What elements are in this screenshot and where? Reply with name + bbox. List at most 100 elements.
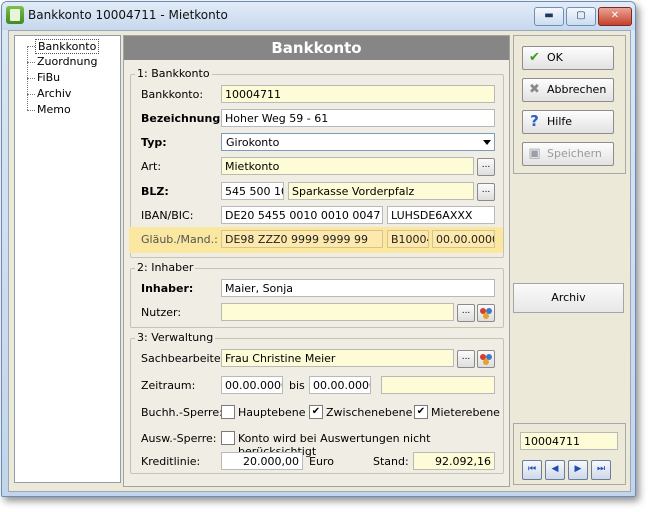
tree-branch [27,78,35,79]
mandat-date-field[interactable]: 00.00.0000 [432,230,495,248]
blz-label: BLZ: [141,185,169,198]
art-label: Art: [141,160,162,173]
app-icon [6,6,24,24]
group-label: 3: Verwaltung [135,331,216,344]
help-button[interactable]: ? Hilfe [522,110,614,134]
typ-select[interactable]: Girokonto [221,133,495,151]
minimize-button[interactable]: ▬ [534,7,564,26]
nutzer-label: Nutzer: [141,306,182,319]
first-record-button[interactable]: ⏮ [522,460,542,480]
tree-branch [27,46,35,47]
zeitraum-extra-field[interactable] [381,376,495,394]
check-icon: ✔ [529,50,540,65]
ausw-sperre-checkbox[interactable] [221,431,235,445]
nutzer-people-icon[interactable] [477,304,495,322]
euro-label: Euro [309,455,334,468]
mandat-field[interactable]: B10004 [387,230,429,248]
save-label: Speichern [547,147,602,160]
nav-item-zuordnung[interactable]: Zuordnung [37,55,97,68]
zeitraum-to-field[interactable]: 00.00.0000 [309,376,371,394]
sachbearbeiter-people-icon[interactable] [477,350,495,368]
close-button[interactable]: ✕ [598,7,632,26]
kreditlinie-field[interactable]: 20.000,00 [221,452,303,470]
buchh-sperre-label: Buchh.-Sperre: [141,406,223,419]
zwischenebene-checkbox[interactable]: ✔ [309,405,323,419]
ausw-sperre-label: Ausw.-Sperre: [141,432,217,445]
archiv-button[interactable]: Archiv [513,283,624,313]
action-panel: ✔ OK ✖ Abbrechen ? Hilfe ▣ Speichern [513,35,626,174]
stand-field: 92.092,16 [413,452,495,470]
bic-field[interactable]: LUHSDE6AXXX [387,206,495,224]
first-icon: ⏮ [527,464,537,474]
iban-field[interactable]: DE20 5455 0010 0010 0047 11 [221,206,383,224]
help-question-icon: ? [530,112,539,130]
nutzer-lookup-button[interactable]: ... [457,304,475,322]
group-label: 2: Inhaber [135,261,196,274]
glaeubiger-label: Gläub./Mand.: [141,233,218,246]
bankkonto-label: Bankkonto: [141,88,204,101]
group-inhaber: 2: Inhaber Inhaber: Maier, Sonja Nutzer:… [130,261,504,328]
glaeubiger-id-field[interactable]: DE98 ZZZ0 9999 9999 99 [221,230,383,248]
blz-lookup-button[interactable]: ... [477,183,495,201]
mieterebene-checkbox[interactable]: ✔ [414,405,428,419]
main-window: Bankkonto 10004711 - Mietkonto ▬ ▢ ✕ Ban… [1,1,636,497]
title-bar[interactable]: Bankkonto 10004711 - Mietkonto ▬ ▢ ✕ [2,2,635,30]
tree-branch [27,62,35,63]
help-label: Hilfe [547,115,573,128]
bezeichnung-field[interactable]: Hoher Weg 59 - 61 [221,109,495,127]
art-lookup-button[interactable]: ... [477,158,495,176]
nav-item-fibu[interactable]: FiBu [37,71,60,84]
prev-icon: ◀ [551,464,559,474]
panel-title: Bankkonto [124,36,509,60]
prev-record-button[interactable]: ◀ [545,460,565,480]
sachbearbeiter-field[interactable]: Frau Christine Meier [221,349,454,367]
save-disk-icon: ▣ [528,146,541,161]
chevron-down-icon [483,140,491,145]
bankkonto-panel: Bankkonto 1: Bankkonto Bankkonto: 100047… [123,35,510,487]
ok-label: OK [547,51,563,64]
inhaber-field[interactable]: Maier, Sonja [221,279,495,297]
cancel-button[interactable]: ✖ Abbrechen [522,78,614,102]
stand-label: Stand: [373,455,409,468]
sachbearbeiter-label: Sachbearbeiter: [141,352,229,365]
group-bankkonto: 1: Bankkonto Bankkonto: 10004711 Bezeich… [129,67,504,258]
group-verwaltung: 3: Verwaltung Sachbearbeiter: Frau Chris… [130,331,504,474]
zeitraum-label: Zeitraum: [141,379,196,392]
bankkonto-field[interactable]: 10004711 [221,85,495,103]
ok-button[interactable]: ✔ OK [522,46,614,70]
typ-label: Typ: [141,136,167,149]
zeitraum-from-field[interactable]: 00.00.0000 [221,376,283,394]
group-label: 1: Bankkonto [135,67,212,80]
nav-item-bankkonto[interactable]: Bankkonto [35,39,100,54]
maximize-button[interactable]: ▢ [566,7,596,26]
cancel-x-icon: ✖ [529,82,540,97]
save-button[interactable]: ▣ Speichern [522,142,614,166]
art-field[interactable]: Mietkonto [221,157,474,175]
tree-branch [27,110,35,111]
bank-name-field[interactable]: Sparkasse Vorderpfalz [288,182,474,200]
record-navigator: 10004711 ⏮ ◀ ▶ ⏭ [513,423,626,485]
bezeichnung-label: Bezeichnung: [141,112,225,125]
nutzer-field[interactable] [221,303,454,321]
last-icon: ⏭ [596,464,606,474]
iban-label: IBAN/BIC: [141,209,194,222]
tree-branch [27,94,35,95]
mieterebene-label: Mieterebene [431,406,500,419]
next-icon: ▶ [574,464,582,474]
client-area: Bankkonto Zuordnung FiBu Archiv Memo Ban… [8,30,631,492]
next-record-button[interactable]: ▶ [568,460,588,480]
zwischenebene-label: Zwischenebene [326,406,413,419]
typ-value: Girokonto [226,136,280,149]
inhaber-label: Inhaber: [141,282,194,295]
kreditlinie-label: Kreditlinie: [141,455,201,468]
hauptebene-label: Hauptebene [238,406,306,419]
sachbearbeiter-lookup-button[interactable]: ... [457,350,475,368]
blz-field[interactable]: 545 500 10 [221,182,284,200]
hauptebene-checkbox[interactable] [221,405,235,419]
bis-label: bis [289,379,305,392]
nav-item-archiv[interactable]: Archiv [37,87,71,100]
nav-item-memo[interactable]: Memo [37,103,71,116]
last-record-button[interactable]: ⏭ [591,460,611,480]
record-id-field: 10004711 [520,432,618,450]
nav-tree: Bankkonto Zuordnung FiBu Archiv Memo [14,35,121,483]
